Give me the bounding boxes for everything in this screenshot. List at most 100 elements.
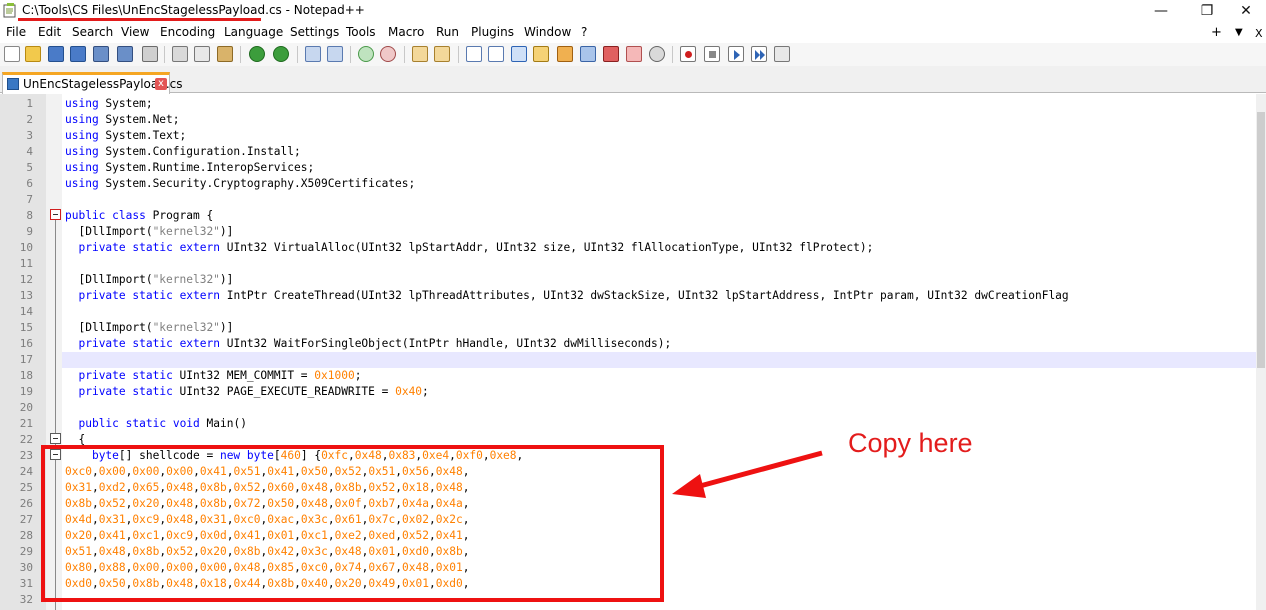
- tab-unencstagelesspayload[interactable]: UnEncStagelessPayload.cs x: [2, 72, 183, 94]
- function-list-icon[interactable]: [580, 46, 596, 62]
- code-line: 8 public class Program {: [0, 208, 1256, 224]
- code-line: 13 private static extern IntPtr CreateTh…: [0, 288, 1256, 304]
- toolbar-separator: [404, 46, 405, 63]
- play-multiple-macro-icon[interactable]: [751, 46, 767, 62]
- new-file-icon[interactable]: [4, 46, 20, 62]
- line-number: 19: [19, 385, 33, 398]
- menu-edit[interactable]: Edit: [38, 25, 61, 39]
- menu-run[interactable]: Run: [436, 25, 459, 39]
- replace-icon[interactable]: [327, 46, 343, 62]
- code-text: private static extern IntPtr CreateThrea…: [78, 289, 1069, 302]
- code-line: 10 private static extern UInt32 VirtualA…: [0, 240, 1256, 256]
- saved-file-icon: [7, 78, 19, 90]
- menu-help[interactable]: ?: [581, 25, 587, 39]
- menu-language[interactable]: Language: [224, 25, 283, 39]
- paste-icon[interactable]: [217, 46, 233, 62]
- folder-icon[interactable]: [626, 46, 642, 62]
- line-number: 6: [26, 177, 33, 190]
- line-number: 4: [26, 145, 33, 158]
- save-all-icon[interactable]: [70, 46, 86, 62]
- code-text: private static extern UInt32 WaitForSing…: [78, 337, 672, 350]
- code-text: [DllImport("kernel32")]: [65, 225, 234, 238]
- line-number: 26: [19, 497, 33, 510]
- close-file-icon[interactable]: [93, 46, 109, 62]
- maximize-button[interactable]: ❐: [1184, 0, 1230, 22]
- tab-list-dropdown[interactable]: ▼: [1235, 27, 1243, 38]
- code-line: 6 using System.Security.Cryptography.X509…: [0, 176, 1256, 192]
- menu-settings[interactable]: Settings: [290, 25, 339, 39]
- toolbar-separator: [297, 46, 298, 63]
- vertical-scrollbar[interactable]: [1256, 94, 1266, 610]
- indent-guide-icon[interactable]: [511, 46, 527, 62]
- line-number: 30: [19, 561, 33, 574]
- code-line: 4 using System.Configuration.Install;: [0, 144, 1256, 160]
- line-number: 27: [19, 513, 33, 526]
- annotation-label: Copy here: [848, 428, 973, 458]
- code-text: private static UInt32 PAGE_EXECUTE_READW…: [78, 385, 429, 398]
- close-all-icon[interactable]: [117, 46, 133, 62]
- notepadpp-app-icon: [3, 3, 17, 18]
- zoom-out-icon[interactable]: [380, 46, 396, 62]
- sync-vertical-icon[interactable]: [412, 46, 428, 62]
- toolbar-separator: [240, 46, 241, 63]
- open-file-icon[interactable]: [25, 46, 41, 62]
- code-text: [DllImport("kernel32")]: [65, 273, 234, 286]
- code-line: 5 using System.Runtime.InteropServices;: [0, 160, 1256, 176]
- print-icon[interactable]: [142, 46, 158, 62]
- toolbar-separator: [672, 46, 673, 63]
- line-number: 7: [26, 193, 33, 206]
- word-wrap-icon[interactable]: [466, 46, 482, 62]
- close-window-button[interactable]: ✕: [1226, 0, 1266, 22]
- monitoring-icon[interactable]: [649, 46, 665, 62]
- scrollbar-thumb[interactable]: [1257, 112, 1265, 368]
- code-text: public class Program {: [65, 209, 214, 222]
- copy-icon[interactable]: [194, 46, 210, 62]
- line-number: 11: [19, 257, 33, 270]
- new-tab-button[interactable]: +: [1211, 25, 1222, 40]
- line-number: 23: [19, 449, 33, 462]
- menu-file[interactable]: File: [6, 25, 26, 39]
- record-macro-icon[interactable]: [680, 46, 696, 62]
- save-macro-icon[interactable]: [774, 46, 790, 62]
- menu-macro[interactable]: Macro: [388, 25, 424, 39]
- close-tab-button[interactable]: X: [1255, 27, 1263, 40]
- tab-close-icon[interactable]: x: [155, 78, 167, 90]
- line-number: 15: [19, 321, 33, 334]
- code-text: using System.Net;: [65, 113, 180, 126]
- code-line: 16 private static extern UInt32 WaitForS…: [0, 336, 1256, 352]
- line-number: 29: [19, 545, 33, 558]
- line-number: 25: [19, 481, 33, 494]
- line-number: 5: [26, 161, 33, 174]
- undo-icon[interactable]: [249, 46, 265, 62]
- find-icon[interactable]: [305, 46, 321, 62]
- save-icon[interactable]: [48, 46, 64, 62]
- menu-search[interactable]: Search: [72, 25, 113, 39]
- line-number: 21: [19, 417, 33, 430]
- stop-macro-icon[interactable]: [704, 46, 720, 62]
- code-line: 1 using System;: [0, 96, 1256, 112]
- menu-window[interactable]: Window: [524, 25, 571, 39]
- code-line: 9 [DllImport("kernel32")]: [0, 224, 1256, 240]
- menu-plugins[interactable]: Plugins: [471, 25, 514, 39]
- line-number: 12: [19, 273, 33, 286]
- minimize-button[interactable]: —: [1138, 0, 1184, 22]
- toolbar-separator: [458, 46, 459, 63]
- document-map-icon[interactable]: [557, 46, 573, 62]
- menu-encoding[interactable]: Encoding: [160, 25, 215, 39]
- sync-horizontal-icon[interactable]: [434, 46, 450, 62]
- show-all-chars-icon[interactable]: [488, 46, 504, 62]
- tab-bar: UnEncStagelessPayload.cs x: [0, 66, 1266, 94]
- folder-as-workspace-icon[interactable]: [603, 46, 619, 62]
- cut-icon[interactable]: [172, 46, 188, 62]
- menu-bar: File Edit Search View Encoding Language …: [0, 22, 1266, 43]
- user-defined-language-icon[interactable]: [533, 46, 549, 62]
- line-number: 8: [26, 209, 33, 222]
- code-line: 2 using System.Net;: [0, 112, 1256, 128]
- play-macro-icon[interactable]: [728, 46, 744, 62]
- code-text: using System.Text;: [65, 129, 187, 142]
- zoom-in-icon[interactable]: [358, 46, 374, 62]
- redo-icon[interactable]: [273, 46, 289, 62]
- menu-tools[interactable]: Tools: [346, 25, 376, 39]
- menu-view[interactable]: View: [121, 25, 149, 39]
- line-number: 31: [19, 577, 33, 590]
